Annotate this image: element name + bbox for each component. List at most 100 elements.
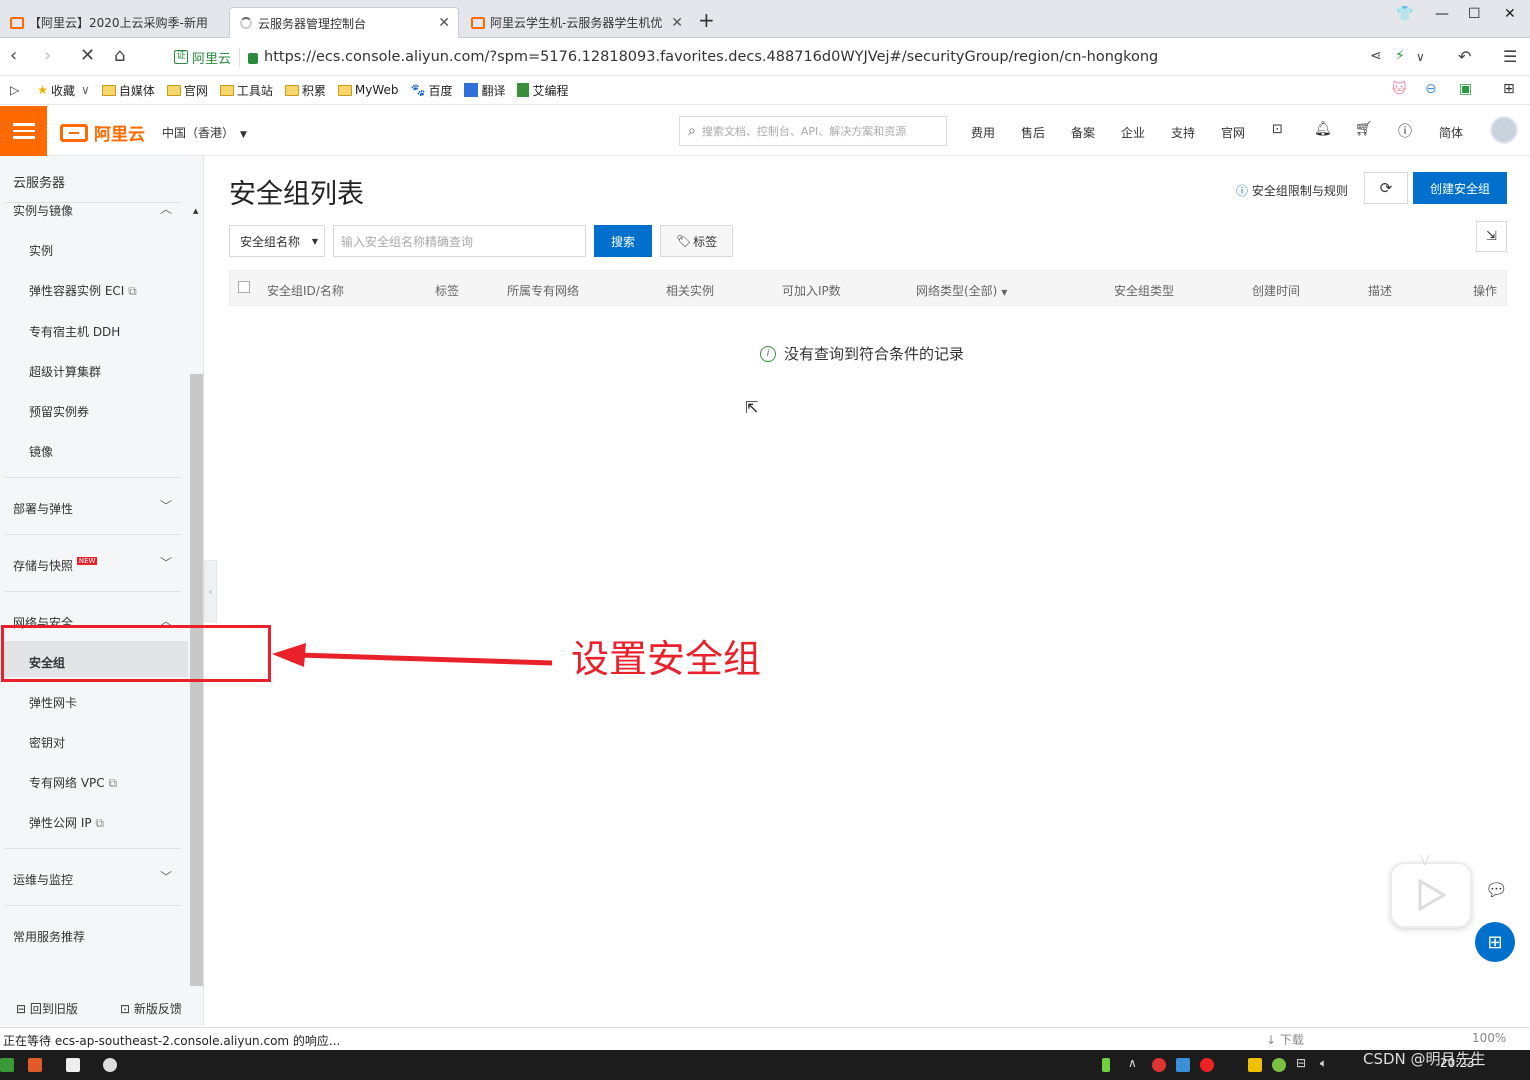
browser-app-icon[interactable] bbox=[103, 1058, 117, 1072]
collapse-sidebar-handle[interactable]: ‹ bbox=[204, 560, 217, 622]
nav-official-site[interactable]: 官网 bbox=[1221, 124, 1245, 141]
minus-circle-icon[interactable]: ⊖ bbox=[1425, 81, 1437, 97]
security-group-search-input[interactable]: 输入安全组名称精确查询 bbox=[333, 225, 586, 257]
chevron-down-icon[interactable]: ﹀ bbox=[160, 554, 172, 571]
sidebar-group-storage[interactable]: 存储与快照 NEW bbox=[13, 557, 203, 574]
tag-filter-button[interactable]: 🏷︎ 标签 bbox=[660, 225, 733, 257]
maximize-icon[interactable]: ☐ bbox=[1468, 6, 1481, 22]
search-button[interactable]: 搜索 bbox=[594, 225, 652, 257]
network-icon[interactable]: ⊟ bbox=[1296, 1056, 1306, 1070]
tray-app-icon[interactable] bbox=[1248, 1058, 1262, 1072]
column-header-network-type[interactable]: 网络类型(全部) ▼ bbox=[916, 282, 1007, 299]
filter-field-select[interactable]: 安全组名称 ▼ bbox=[229, 225, 325, 257]
sidebar-item-eni[interactable]: 弹性网卡 bbox=[29, 694, 219, 711]
aliyun-logo[interactable]: 阿里云 bbox=[60, 120, 145, 145]
bookmark-folder[interactable]: 自媒体 bbox=[101, 82, 155, 99]
select-all-checkbox[interactable] bbox=[238, 281, 250, 293]
nav-filing[interactable]: 备案 bbox=[1071, 124, 1095, 141]
close-tab-icon[interactable]: ✕ bbox=[438, 15, 450, 31]
refresh-button[interactable]: ⟳ bbox=[1364, 172, 1408, 204]
chevron-up-icon[interactable]: ︿ bbox=[160, 200, 172, 217]
forward-icon[interactable]: › bbox=[44, 45, 51, 66]
apps-floating-button[interactable]: ⊞ bbox=[1475, 922, 1515, 962]
security-group-help-link[interactable]: ⓘ 安全组限制与规则 bbox=[1236, 182, 1348, 199]
nav-fees[interactable]: 费用 bbox=[971, 124, 995, 141]
menu-icon[interactable]: ☰ bbox=[1503, 47, 1517, 66]
sidebar-group-instances[interactable]: 实例与镜像 bbox=[13, 202, 203, 219]
bookmark-folder[interactable]: 官网 bbox=[166, 82, 208, 99]
cart-icon[interactable]: 🛒︎ bbox=[1355, 121, 1373, 137]
comment-icon[interactable]: 💬︎ bbox=[1485, 880, 1508, 901]
sidebar-item-images[interactable]: 镜像 bbox=[29, 443, 219, 460]
stop-loading-icon[interactable]: ✕ bbox=[80, 45, 95, 66]
undo-icon[interactable]: ↶ bbox=[1458, 47, 1471, 66]
create-security-group-button[interactable]: 创建安全组 bbox=[1413, 172, 1507, 204]
new-tab-button[interactable]: + bbox=[698, 8, 715, 32]
zoom-level[interactable]: 100% bbox=[1472, 1031, 1506, 1045]
bookmark-favorites[interactable]: ★ 收藏 ∨ bbox=[37, 82, 90, 99]
grid-icon[interactable]: ⊞ bbox=[1503, 81, 1515, 97]
feedback-link[interactable]: ⊡ 新版反馈 bbox=[120, 1000, 182, 1017]
tray-app-icon[interactable] bbox=[1152, 1058, 1166, 1072]
shirt-icon[interactable]: 👕 bbox=[1396, 6, 1413, 22]
tray-app-icon[interactable] bbox=[1200, 1058, 1214, 1072]
bookmark-folder[interactable]: 积累 bbox=[284, 82, 326, 99]
sidebar-item-vpc[interactable]: 专有网络 VPC ⧉ bbox=[29, 774, 219, 791]
bookmark-baidu[interactable]: 🐾 百度 bbox=[411, 82, 453, 99]
volume-icon[interactable]: 🔈︎ bbox=[1320, 1056, 1327, 1071]
office-app-icon[interactable] bbox=[28, 1058, 42, 1072]
video-widget[interactable]: ⋁ bbox=[1390, 852, 1472, 930]
region-selector[interactable]: 中国（香港） ▼ bbox=[162, 124, 247, 141]
tray-expand-icon[interactable]: ∧ bbox=[1128, 1056, 1137, 1070]
browser-tab-aliyun-promo[interactable]: 【阿里云】2020上云采购季-新用 bbox=[0, 7, 228, 38]
back-icon[interactable]: ‹ bbox=[10, 45, 17, 66]
language-switch[interactable]: 简体 bbox=[1439, 124, 1463, 141]
bookmark-folder[interactable]: MyWeb bbox=[337, 83, 399, 97]
nav-enterprise[interactable]: 企业 bbox=[1121, 124, 1145, 141]
chevron-down-icon[interactable]: ﹀ bbox=[160, 497, 172, 514]
terminal-icon[interactable]: ⊡ bbox=[1272, 122, 1283, 137]
help-icon[interactable]: ⓘ bbox=[1398, 121, 1412, 141]
file-app-icon[interactable] bbox=[66, 1058, 80, 1072]
download-label[interactable]: ↓ 下载 bbox=[1266, 1031, 1304, 1048]
sidebar-item-ddh[interactable]: 专有宿主机 DDH bbox=[29, 323, 219, 340]
sidebar-item-keypair[interactable]: 密钥对 bbox=[29, 734, 219, 751]
sidebar-group-ops[interactable]: 运维与监控 bbox=[13, 871, 203, 888]
cat-icon[interactable]: 🐱 bbox=[1392, 81, 1407, 97]
close-tab-icon[interactable]: ✕ bbox=[671, 15, 683, 31]
sidebar-item-instances[interactable]: 实例 bbox=[29, 242, 219, 259]
browser-tab-console[interactable]: 云服务器管理控制台 ✕ bbox=[229, 7, 459, 38]
bookmark-folder[interactable]: 工具站 bbox=[219, 82, 273, 99]
share-icon[interactable]: ⋖ bbox=[1370, 48, 1382, 64]
sidebar-toggle-icon[interactable]: ▷ bbox=[10, 83, 19, 97]
browser-tab-student[interactable]: 阿里云学生机-云服务器学生机优 ✕ bbox=[461, 7, 691, 38]
sidebar-item-eci[interactable]: 弹性容器实例 ECI ⧉ bbox=[29, 282, 219, 299]
export-button[interactable]: ⇲ bbox=[1476, 221, 1507, 252]
scroll-up-icon[interactable]: ▲ bbox=[193, 207, 198, 215]
extension-icon[interactable]: ▣ bbox=[1459, 81, 1472, 97]
bolt-icon[interactable]: ⚡ bbox=[1395, 48, 1405, 64]
bookmark-translate[interactable]: 翻译 bbox=[464, 82, 505, 99]
sidebar-item-eip[interactable]: 弹性公网 IP ⧉ bbox=[29, 814, 219, 831]
nav-aftersales[interactable]: 售后 bbox=[1021, 124, 1045, 141]
avatar[interactable] bbox=[1490, 116, 1518, 144]
tray-app-icon[interactable] bbox=[1176, 1058, 1190, 1072]
bookmark-aibiancheng[interactable]: 艾编程 bbox=[517, 82, 569, 99]
home-icon[interactable]: ⌂ bbox=[114, 45, 125, 66]
close-window-icon[interactable]: ✕ bbox=[1504, 6, 1516, 22]
back-to-old-version[interactable]: ⊟ 回到旧版 bbox=[16, 1000, 78, 1017]
sidebar-item-hpc[interactable]: 超级计算集群 bbox=[29, 363, 219, 380]
bell-icon[interactable]: 🔔︎ bbox=[1314, 121, 1332, 137]
sidebar-item-reserved[interactable]: 预留实例券 bbox=[29, 403, 219, 420]
chevron-down-icon[interactable]: ∨ bbox=[1416, 50, 1425, 64]
hamburger-menu-icon[interactable] bbox=[0, 106, 47, 156]
nav-support[interactable]: 支持 bbox=[1171, 124, 1195, 141]
chevron-down-icon[interactable]: ﹀ bbox=[160, 868, 172, 885]
sidebar-group-recommend[interactable]: 常用服务推荐 bbox=[13, 928, 203, 945]
tray-app-icon[interactable] bbox=[1272, 1058, 1286, 1072]
global-search-input[interactable]: ⌕ 搜索文档、控制台、API、解决方案和资源 bbox=[679, 116, 947, 146]
minimize-icon[interactable]: — bbox=[1435, 6, 1449, 22]
sidebar-group-deploy[interactable]: 部署与弹性 bbox=[13, 500, 203, 517]
start-icon[interactable] bbox=[0, 1058, 14, 1072]
url-field[interactable]: 证阿里云 https://ecs.console.aliyun.com/?spm… bbox=[166, 44, 1356, 70]
